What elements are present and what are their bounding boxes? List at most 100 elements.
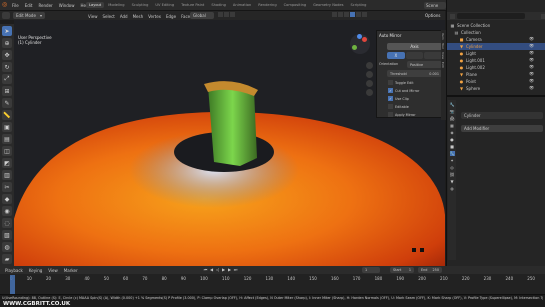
knife-tool-icon[interactable]: ✂ [2,182,12,192]
move-tool-icon[interactable]: ✥ [2,50,12,60]
rendered-shading-icon[interactable] [362,12,367,17]
axis-z-button[interactable] [424,52,443,59]
tab-edit[interactable]: Edit [441,62,445,68]
add-modifier-button[interactable]: Add Modifier [461,125,543,132]
view-layer-icon[interactable]: ▦ [450,123,455,128]
checkbox-icon[interactable] [388,112,393,117]
constraints-icon[interactable]: ⛓ [449,172,454,177]
x-axis-icon[interactable] [362,37,367,42]
annotate-tool-icon[interactable]: ✎ [2,98,12,108]
data-properties-icon[interactable]: ▼ [450,179,455,184]
z-axis-icon[interactable] [357,34,362,39]
checkbox-checked-icon[interactable]: ✓ [388,96,393,101]
smooth-tool-icon[interactable]: ◌ [2,218,12,228]
tab-modeling[interactable]: Modeling [105,2,127,8]
spin-tool-icon[interactable]: ◉ [2,206,12,216]
edge-slide-tool-icon[interactable]: ▧ [2,230,12,240]
solid-shading-icon[interactable] [350,12,355,17]
tab-view[interactable]: View [441,52,445,59]
poly-build-tool-icon[interactable]: ◆ [2,194,12,204]
material-shading-icon[interactable] [356,12,361,17]
menu-edge[interactable]: Edge [166,14,176,19]
tab-uv-editing[interactable]: UV Editing [152,2,177,8]
camera-view-icon[interactable] [366,80,373,87]
axis-x-button[interactable]: X [387,52,405,59]
editor-type-icon[interactable] [2,12,10,19]
frame-ruler[interactable]: 0 10 20 30 40 50 60 70 80 90 100 110 120… [0,276,545,282]
menu-mesh[interactable]: Mesh [133,14,144,19]
transform-tool-icon[interactable]: ⊞ [2,86,12,96]
measure-tool-icon[interactable]: 📏 [2,110,12,120]
mode-selector[interactable]: Edit Mode ▾ [13,12,45,19]
shear-tool-icon[interactable]: ▰ [2,254,12,264]
particles-icon[interactable]: ✦ [450,158,455,163]
outliner-collection[interactable]: ▤ Collection [447,29,545,36]
checkbox-toggle-edit[interactable]: Toggle Edit [385,79,419,86]
modifier-wrench-icon[interactable]: 🔧 [449,151,455,156]
eye-icon[interactable]: 👁 [529,78,534,83]
output-properties-icon[interactable]: 🖨 [449,116,454,121]
menu-keying[interactable]: Keying [29,268,42,273]
shrink-fatten-tool-icon[interactable]: ◍ [2,242,12,252]
eye-icon[interactable]: 👁 [529,71,534,76]
render-properties-icon[interactable]: 📷 [450,109,455,114]
wireframe-shading-icon[interactable] [344,12,349,17]
navigation-gizmo[interactable] [350,34,370,54]
tab-texture-paint[interactable]: Texture Paint [178,2,207,8]
tab-geometry-nodes[interactable]: Geometry Nodes [310,2,346,8]
grid-perspective-icon[interactable] [366,89,373,96]
proportional-icon[interactable] [230,12,235,17]
menu-view[interactable]: View [88,14,98,19]
end-frame-field[interactable]: End 250 [418,267,442,273]
rotate-tool-icon[interactable]: ↻ [2,62,12,72]
tab-layout[interactable]: Layout [86,2,105,8]
eye-icon[interactable]: 👁 [529,50,534,55]
menu-vertex[interactable]: Vertex [148,14,161,19]
scene-selector[interactable]: Scene [424,2,446,9]
options-button[interactable]: Options [425,13,440,18]
scale-tool-icon[interactable]: ⤢ [2,74,12,84]
checkbox-editable[interactable]: Editable [385,103,419,110]
threshold-field[interactable]: Threshold 0.001 [387,70,442,77]
checkbox-apply-mirror[interactable]: Apply Mirror [385,111,419,118]
orientation-selector[interactable]: Global [190,12,214,19]
menu-view[interactable]: View [48,268,58,273]
checkbox-icon[interactable] [388,104,393,109]
axis-y-button[interactable] [405,52,424,59]
tab-scripting[interactable]: Scripting [347,2,369,8]
physics-icon[interactable]: ◎ [450,165,455,170]
add-cube-tool-icon[interactable]: ▣ [2,122,12,132]
tab-animation[interactable]: Animation [230,2,254,8]
menu-add[interactable]: Add [120,14,128,19]
xray-icon[interactable] [338,12,343,17]
checkbox-icon[interactable] [388,80,393,85]
blender-logo-icon[interactable]: ◎ [2,2,10,9]
menu-window[interactable]: Window [59,3,75,8]
cursor-tool-icon[interactable]: ⊕ [2,38,12,48]
material-properties-icon[interactable]: ◍ [450,186,455,191]
pivot-icon[interactable] [218,12,223,17]
tool-properties-icon[interactable]: 🔧 [450,102,455,107]
outliner-search-input[interactable] [457,13,525,19]
select-tool-icon[interactable]: ➤ [2,26,12,36]
object-name-field[interactable]: Cylinder [461,112,543,119]
next-keyframe-icon[interactable]: ▶ [227,267,232,272]
eye-icon[interactable]: 👁 [529,43,534,48]
eye-icon[interactable]: 👁 [529,57,534,62]
menu-playback[interactable]: Playback [5,268,23,273]
eye-icon[interactable]: 👁 [529,85,534,90]
axis-selector[interactable]: Axis [387,43,442,50]
menu-edit[interactable]: Edit [25,3,33,8]
outliner-editor-icon[interactable] [450,13,455,19]
inset-tool-icon[interactable]: ◫ [2,146,12,156]
menu-face[interactable]: Face [181,14,190,19]
menu-select[interactable]: Select [103,14,115,19]
loop-cut-tool-icon[interactable]: ▥ [2,170,12,180]
world-properties-icon[interactable]: ● [450,137,455,142]
outliner-scene-collection[interactable]: ▦ Scene Collection [447,22,545,29]
tab-rendering[interactable]: Rendering [255,2,279,8]
tab-sculpting[interactable]: Sculpting [129,2,152,8]
zoom-icon[interactable] [366,62,373,69]
tab-compositing[interactable]: Compositing [281,2,310,8]
tab-tool[interactable]: Tool [441,43,445,49]
